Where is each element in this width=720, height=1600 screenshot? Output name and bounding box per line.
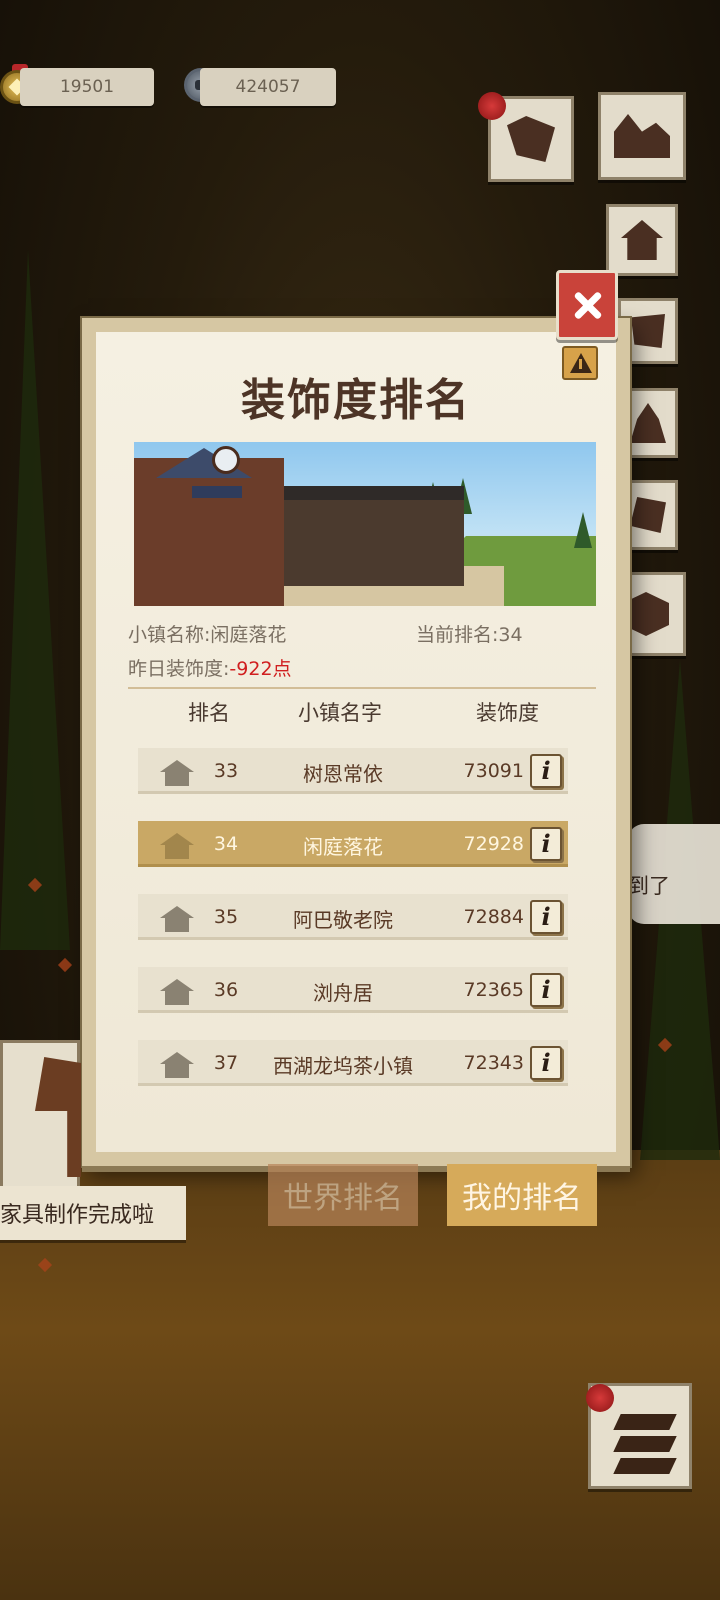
column-header-decoration: 装饰度: [476, 701, 539, 725]
row-score: 72884: [463, 906, 524, 928]
report-button[interactable]: [562, 346, 598, 380]
stone-value: 424057: [235, 77, 301, 97]
background-tree: [0, 250, 70, 950]
yesterday-value: -922点: [229, 658, 292, 680]
row-score: 72343: [463, 1052, 524, 1074]
stone-counter[interactable]: 424057: [200, 68, 336, 106]
column-header-name: 小镇名字: [298, 701, 382, 725]
house-button[interactable]: [606, 204, 678, 276]
row-score: 72928: [463, 833, 524, 855]
divider: [128, 687, 596, 689]
town-button[interactable]: [598, 92, 686, 180]
town-icon: [614, 114, 670, 158]
row-town-name: 阿巴敬老院: [293, 908, 393, 932]
town-tree: [574, 512, 592, 548]
notification-text: 家具制作完成啦: [0, 1203, 155, 1228]
town-station-sign: [192, 486, 242, 498]
wax-seal-icon: [478, 92, 506, 120]
house-icon: [160, 906, 194, 932]
notification-toast[interactable]: 家具制作完成啦: [0, 1186, 186, 1240]
row-town-name: 西湖龙坞茶小镇: [273, 1054, 413, 1078]
town-station: [134, 458, 284, 606]
column-header-rank: 排名: [188, 701, 230, 725]
info-button[interactable]: i: [530, 1046, 562, 1080]
row-score: 72365: [463, 979, 524, 1001]
ranking-row[interactable]: 33 树恩常依 73091 i: [138, 748, 568, 794]
house-icon: [160, 833, 194, 859]
yesterday-label: 昨日装饰度:: [128, 658, 230, 680]
furniture-card[interactable]: [0, 1040, 81, 1190]
row-town-name: 树恩常依: [303, 762, 383, 786]
current-rank-label: 当前排名:: [416, 624, 499, 646]
house-icon: [160, 979, 194, 1005]
ranking-row[interactable]: 37 西湖龙坞茶小镇 72343 i: [138, 1040, 568, 1086]
ranking-row[interactable]: 36 浏舟居 72365 i: [138, 967, 568, 1013]
info-button[interactable]: i: [530, 973, 562, 1007]
yesterday-decoration-info: 昨日装饰度:-922点: [128, 654, 292, 681]
quest-icon: [631, 314, 665, 348]
dice-icon: [630, 497, 666, 533]
row-rank: 35: [213, 906, 239, 928]
row-rank: 34: [213, 833, 239, 855]
gold-value: 19501: [59, 77, 115, 97]
row-score: 73091: [463, 760, 524, 782]
campfire-icon: [630, 403, 666, 443]
clock-icon: [212, 446, 240, 474]
info-button[interactable]: i: [530, 754, 562, 788]
background-leaf: [57, 957, 73, 973]
house-icon: [160, 1052, 194, 1078]
chair-icon: [35, 1057, 81, 1177]
town-name-label: 小镇名称:: [128, 624, 211, 646]
layers-icon: [613, 1414, 677, 1430]
wax-seal-icon: [586, 1384, 614, 1412]
ranking-row-current[interactable]: 34 闲庭落花 72928 i: [138, 821, 568, 867]
gold-counter[interactable]: 19501: [20, 68, 154, 106]
town-preview-image: [134, 442, 596, 606]
info-button[interactable]: i: [530, 827, 562, 861]
ranking-row[interactable]: 35 阿巴敬老院 72884 i: [138, 894, 568, 940]
tab-my-ranking[interactable]: 我的排名: [447, 1164, 597, 1226]
map-scroll-icon: [507, 116, 555, 162]
panel-title: 装饰度排名: [241, 375, 471, 426]
town-warehouse: [284, 500, 464, 586]
town-name-value: 闲庭落花: [210, 624, 287, 646]
house-icon: [621, 220, 663, 260]
row-rank: 33: [213, 760, 239, 782]
info-button[interactable]: i: [530, 900, 562, 934]
row-rank: 37: [213, 1052, 239, 1074]
close-button[interactable]: [556, 270, 618, 340]
current-rank-info: 当前排名:34: [416, 620, 523, 647]
layers-icon-sheet: [613, 1436, 677, 1452]
row-town-name: 浏舟居: [313, 981, 373, 1005]
layers-icon-sheet: [613, 1458, 677, 1474]
row-rank: 36: [213, 979, 239, 1001]
town-name-info: 小镇名称:闲庭落花: [128, 620, 286, 647]
row-town-name: 闲庭落花: [303, 835, 383, 859]
speech-bubble-text: 到了: [628, 874, 670, 898]
current-rank-value: 34: [498, 624, 523, 646]
warning-mark: [579, 359, 582, 369]
house-icon: [160, 760, 194, 786]
tab-world-ranking[interactable]: 世界排名: [268, 1164, 418, 1226]
